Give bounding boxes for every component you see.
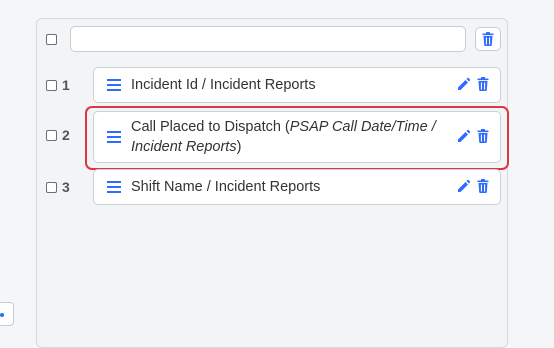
trash-icon[interactable] xyxy=(477,179,489,193)
row-checkbox[interactable] xyxy=(46,182,57,193)
pencil-icon[interactable] xyxy=(457,179,471,193)
dot-icon xyxy=(0,313,4,317)
row-checkbox[interactable] xyxy=(46,130,57,141)
trash-icon[interactable] xyxy=(477,77,489,91)
bars-icon[interactable] xyxy=(107,79,121,91)
field-list-panel: 1 Incident Id / Incident Reports 2 Call … xyxy=(36,18,509,348)
row-number: 3 xyxy=(62,179,70,195)
field-card[interactable]: Shift Name / Incident Reports xyxy=(93,169,501,205)
select-all-checkbox[interactable] xyxy=(46,34,57,45)
trash-icon xyxy=(482,32,494,46)
delete-all-button[interactable] xyxy=(475,27,501,51)
bars-icon[interactable] xyxy=(107,181,121,193)
row-number: 1 xyxy=(62,77,70,93)
field-label: Incident Id / Incident Reports xyxy=(131,77,316,93)
header-input[interactable] xyxy=(70,26,466,52)
side-expand-button[interactable] xyxy=(0,302,14,326)
selection-highlight xyxy=(85,106,509,170)
field-card[interactable]: Incident Id / Incident Reports xyxy=(93,67,501,103)
field-label: Shift Name / Incident Reports xyxy=(131,179,321,195)
row-number: 2 xyxy=(62,127,70,143)
row-checkbox[interactable] xyxy=(46,80,57,91)
pencil-icon[interactable] xyxy=(457,77,471,91)
